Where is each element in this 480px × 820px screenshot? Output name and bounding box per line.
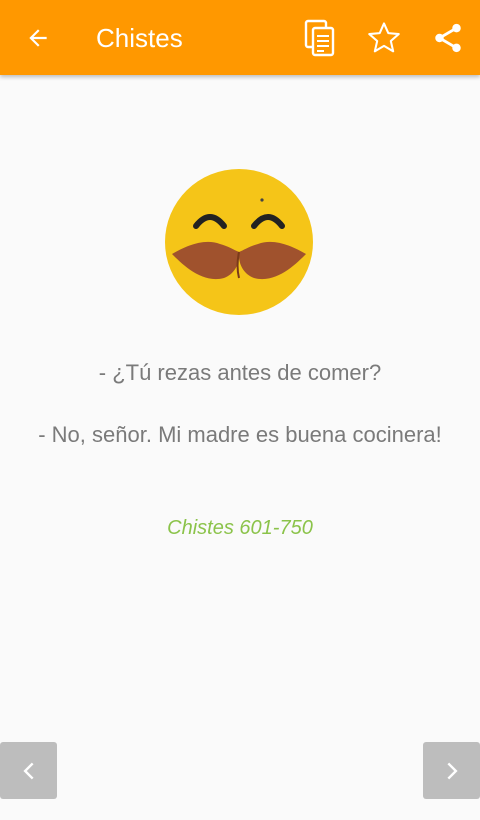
back-arrow-icon [29,29,47,47]
copy-icon [304,19,335,57]
app-bar: Chistes [0,0,480,75]
share-icon [435,23,461,53]
star-outline-icon [368,22,400,53]
chevron-left-icon [22,762,34,779]
previous-button[interactable] [0,742,57,799]
share-button[interactable] [426,16,470,60]
category-link[interactable]: Chistes 601-750 [0,515,480,541]
chevron-right-icon [446,762,458,779]
page-title: Chistes [96,23,183,53]
next-button[interactable] [423,742,480,799]
joke-screen: Chistes - ¿Tú rezas antes de comer? - No… [0,0,480,820]
favorite-button[interactable] [362,16,406,60]
back-button[interactable] [16,16,60,60]
mustache-smiley-icon [165,169,313,315]
copy-button[interactable] [298,16,342,60]
joke-question: - ¿Tú rezas antes de comer? [98,360,382,385]
joke-answer: - No, señor. Mi madre es buena cocinera! [38,422,442,447]
